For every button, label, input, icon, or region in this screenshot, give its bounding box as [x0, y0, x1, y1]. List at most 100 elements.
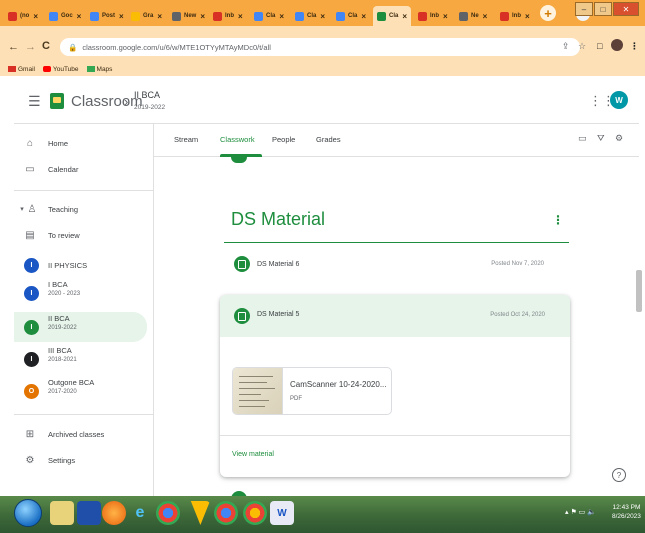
browser-tab[interactable]: Cla ×	[291, 6, 329, 26]
close-tab-icon[interactable]: ×	[157, 12, 162, 21]
classroom-logo-icon[interactable]	[50, 93, 64, 109]
taskbar-clock[interactable]: 12:43 PM 8/26/2023	[612, 503, 641, 521]
forward-arrow-icon[interactable]: →	[25, 41, 36, 53]
browser-tab[interactable]: (no ×	[4, 6, 42, 26]
new-tab-button[interactable]: +	[540, 5, 556, 21]
close-tab-icon[interactable]: ×	[443, 12, 448, 21]
classroom-icon	[377, 11, 386, 21]
bookmark-gmail[interactable]: Gmail	[8, 66, 35, 73]
sidebar-class-item[interactable]: I II PHYSICS	[14, 250, 147, 280]
classroom-icon	[295, 11, 304, 21]
firefox-icon[interactable]	[102, 501, 126, 525]
sidebar-item-settings[interactable]: ⚙ Settings	[14, 447, 147, 473]
browser-tab[interactable]: Cla ×	[373, 6, 412, 26]
app-name[interactable]: Classroom	[71, 93, 143, 110]
tab-people[interactable]: People	[272, 135, 295, 144]
browser-tab[interactable]: Cla ×	[250, 6, 288, 26]
drive-folder-icon[interactable]: ⛛	[597, 133, 605, 144]
chrome-icon	[172, 11, 181, 21]
share-icon[interactable]: ⇪	[562, 41, 570, 52]
browser-tab[interactable]: Gra ×	[127, 6, 166, 26]
calendar-icon[interactable]: ▭	[578, 133, 587, 144]
close-tab-icon[interactable]: ×	[200, 12, 205, 21]
attachment-chip[interactable]: CamScanner 10-24-2020... PDF	[232, 367, 392, 415]
browser-tab[interactable]: Inb ×	[209, 6, 247, 26]
tab-title: Cla	[266, 13, 276, 19]
class-settings-gear-icon[interactable]: ⚙	[615, 133, 623, 144]
gmail-icon	[8, 65, 16, 72]
chrome-icon	[459, 11, 468, 21]
media-player-icon[interactable]	[77, 501, 101, 525]
material-item[interactable]: DS Material 5 Posted Oct 24, 2020	[220, 295, 570, 337]
explorer-icon[interactable]	[50, 501, 74, 525]
browser-tab[interactable]: Inb ×	[496, 6, 534, 26]
sidebar-class-item[interactable]: I III BCA 2018-2021	[14, 344, 147, 374]
reload-icon[interactable]: C	[42, 40, 50, 52]
close-tab-icon[interactable]: ×	[238, 12, 243, 21]
maps-icon	[86, 65, 95, 72]
class-title[interactable]: II BCA	[134, 90, 160, 100]
browser-tab[interactable]: Post ×	[86, 6, 128, 26]
browser-tab[interactable]: Ne ×	[455, 6, 491, 26]
view-material-link[interactable]: View material	[232, 451, 274, 458]
main-menu-icon[interactable]: ☰	[28, 93, 41, 110]
back-arrow-icon[interactable]: ←	[8, 41, 19, 53]
page-scrollbar[interactable]	[636, 270, 642, 312]
close-tab-icon[interactable]: ×	[77, 12, 82, 21]
close-tab-icon[interactable]: ×	[33, 12, 38, 21]
browser-tab[interactable]: Cla ×	[332, 6, 370, 26]
sidebar-item-archived[interactable]: ⊞ Archived classes	[14, 421, 147, 447]
sidebar-item-home[interactable]: ⌂ Home	[14, 130, 147, 156]
classroom-icon	[254, 11, 263, 21]
tab-title: Cla	[348, 13, 358, 19]
word-icon[interactable]: W	[270, 501, 294, 525]
close-tab-icon[interactable]: ×	[119, 12, 124, 21]
bookmark-maps[interactable]: Maps	[86, 65, 112, 73]
internet-explorer-icon[interactable]: e	[128, 501, 152, 525]
topic-more-options-icon[interactable]: ⋮	[552, 213, 564, 227]
sidebar-item-teaching[interactable]: ▾ ♙ Teaching	[14, 196, 147, 222]
help-icon[interactable]: ?	[612, 468, 626, 482]
start-button[interactable]	[14, 499, 42, 527]
sidebar-class-item[interactable]: I II BCA 2019-2022	[14, 312, 147, 342]
sidebar-class-item[interactable]: O Outgone BCA 2017-2020	[14, 376, 147, 406]
tab-title: New	[184, 13, 197, 19]
teaching-people-icon: ♙	[27, 203, 37, 215]
close-tab-icon[interactable]: ×	[483, 12, 488, 21]
previous-item-icon	[231, 157, 247, 163]
close-tab-icon[interactable]: ×	[320, 12, 325, 21]
account-avatar[interactable]: W	[610, 91, 628, 109]
bookmark-youtube[interactable]: YouTube	[42, 66, 79, 73]
browser-tab[interactable]: Inb ×	[414, 6, 452, 26]
chrome-icon[interactable]	[214, 501, 238, 525]
browser-menu-icon[interactable]: ⋮	[630, 41, 639, 52]
close-tab-icon[interactable]: ×	[525, 12, 530, 21]
material-item[interactable]: DS Material 6 Posted Nov 7, 2020	[224, 245, 569, 283]
close-tab-icon[interactable]: ×	[402, 12, 407, 21]
system-tray-icons[interactable]: ▴ ⚑ ▭ 🔈	[565, 508, 596, 516]
maximize-button[interactable]: □	[594, 2, 612, 16]
browser-tab[interactable]: New ×	[168, 6, 209, 26]
tab-classwork[interactable]: Classwork	[220, 135, 255, 144]
close-tab-icon[interactable]: ×	[361, 12, 366, 21]
sidebar-item-to-review[interactable]: ▤ To review	[14, 222, 147, 248]
sidebar-class-item[interactable]: I I BCA 2020 - 2023	[14, 278, 147, 308]
browser-tab[interactable]: Goc ×	[45, 6, 85, 26]
close-window-button[interactable]: ✕	[613, 2, 639, 16]
classroom-header: ☰ Classroom › II BCA 2019-2022 ⋮⋮⋮ W	[14, 80, 639, 124]
tab-stream[interactable]: Stream	[174, 135, 198, 144]
tab-grades[interactable]: Grades	[316, 135, 341, 144]
app-icon[interactable]	[190, 501, 210, 525]
chrome-icon[interactable]	[243, 501, 267, 525]
post-icon	[90, 11, 99, 21]
archive-icon: ⊞	[25, 428, 35, 440]
minimize-button[interactable]: –	[575, 2, 593, 16]
material-card-expanded: DS Material 5 Posted Oct 24, 2020 CamSca…	[220, 295, 570, 477]
profile-avatar[interactable]	[611, 39, 623, 51]
bookmark-star-icon[interactable]: ☆	[578, 41, 586, 52]
sidepanel-icon[interactable]: □	[597, 41, 602, 51]
url-bar[interactable]: 🔒 classroom.google.com/u/6/w/MTE1OTYyMTA…	[60, 38, 580, 56]
sidebar-item-calendar[interactable]: ▭ Calendar	[14, 156, 147, 182]
chrome-icon[interactable]	[156, 501, 180, 525]
close-tab-icon[interactable]: ×	[279, 12, 284, 21]
